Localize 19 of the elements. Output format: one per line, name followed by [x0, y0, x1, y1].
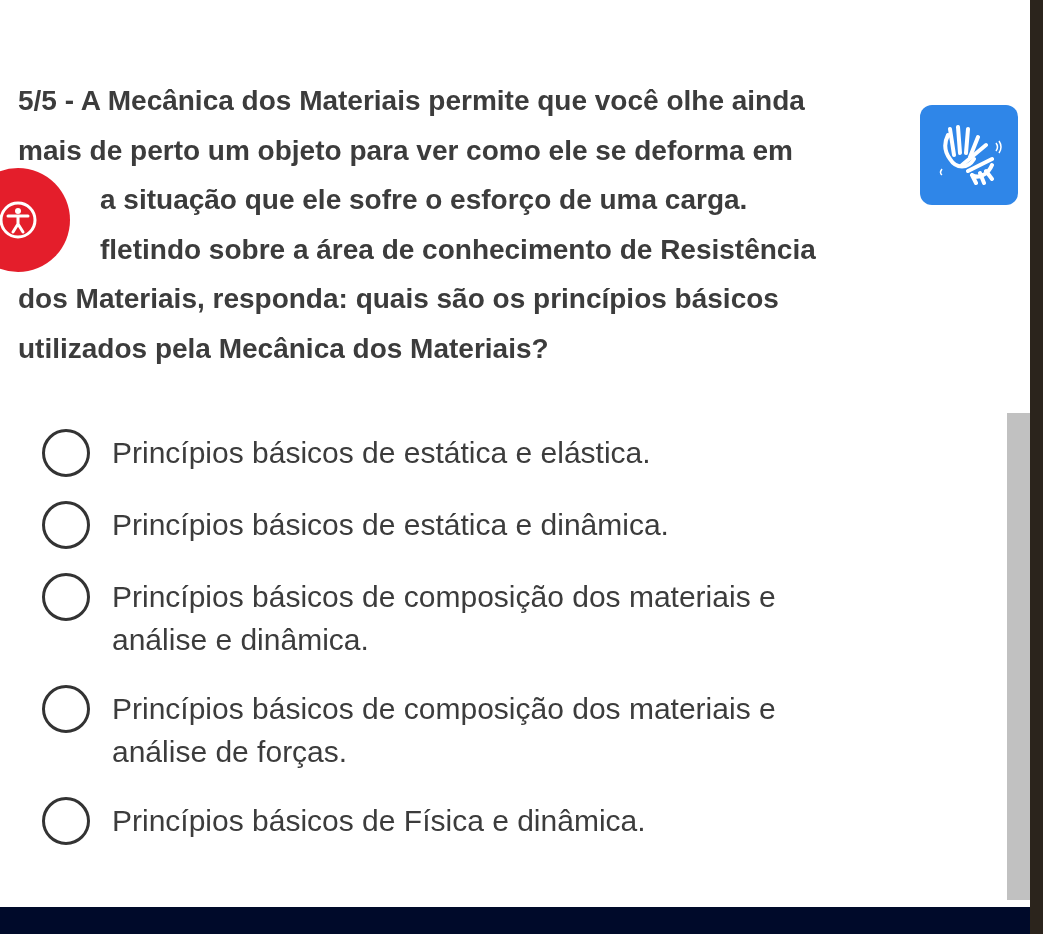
radio-button[interactable] [42, 429, 90, 477]
radio-button[interactable] [42, 573, 90, 621]
question-text: utilizados pela Mecânica dos Materiais? [18, 331, 549, 366]
radio-button[interactable] [42, 501, 90, 549]
scrollbar-thumb[interactable] [1007, 413, 1030, 900]
question-text: dos Materiais, responda: quais são os princípios básicos [18, 282, 779, 316]
question-text: mais de perto um objeto para ver como ele se deforma em [18, 133, 793, 168]
radio-button[interactable] [42, 797, 90, 845]
option-label[interactable]: Princípios básicos de Física e dinâmica. [112, 799, 777, 842]
question-text: a situação que ele sofre o esforço de uma carga. [99, 183, 748, 217]
option-label[interactable]: Princípios básicos de composição dos materiais e análise e dinâmica. [112, 575, 777, 661]
option-label[interactable]: Princípios básicos de estática e dinâmica. [112, 503, 777, 546]
option-label[interactable]: Princípios básicos de estática e elástica. [112, 431, 777, 474]
sign-language-button[interactable] [920, 105, 1018, 205]
radio-button[interactable] [42, 685, 90, 733]
option-label[interactable]: Princípios básicos de composição dos materiais e análise de forças. [112, 687, 777, 773]
accessibility-icon [0, 200, 38, 240]
question-text: fletindo sobre a área de conhecimento de Resistência [99, 232, 816, 267]
question-text: 5/5 - A Mecânica dos Materiais permite que você olhe ainda [18, 84, 805, 118]
